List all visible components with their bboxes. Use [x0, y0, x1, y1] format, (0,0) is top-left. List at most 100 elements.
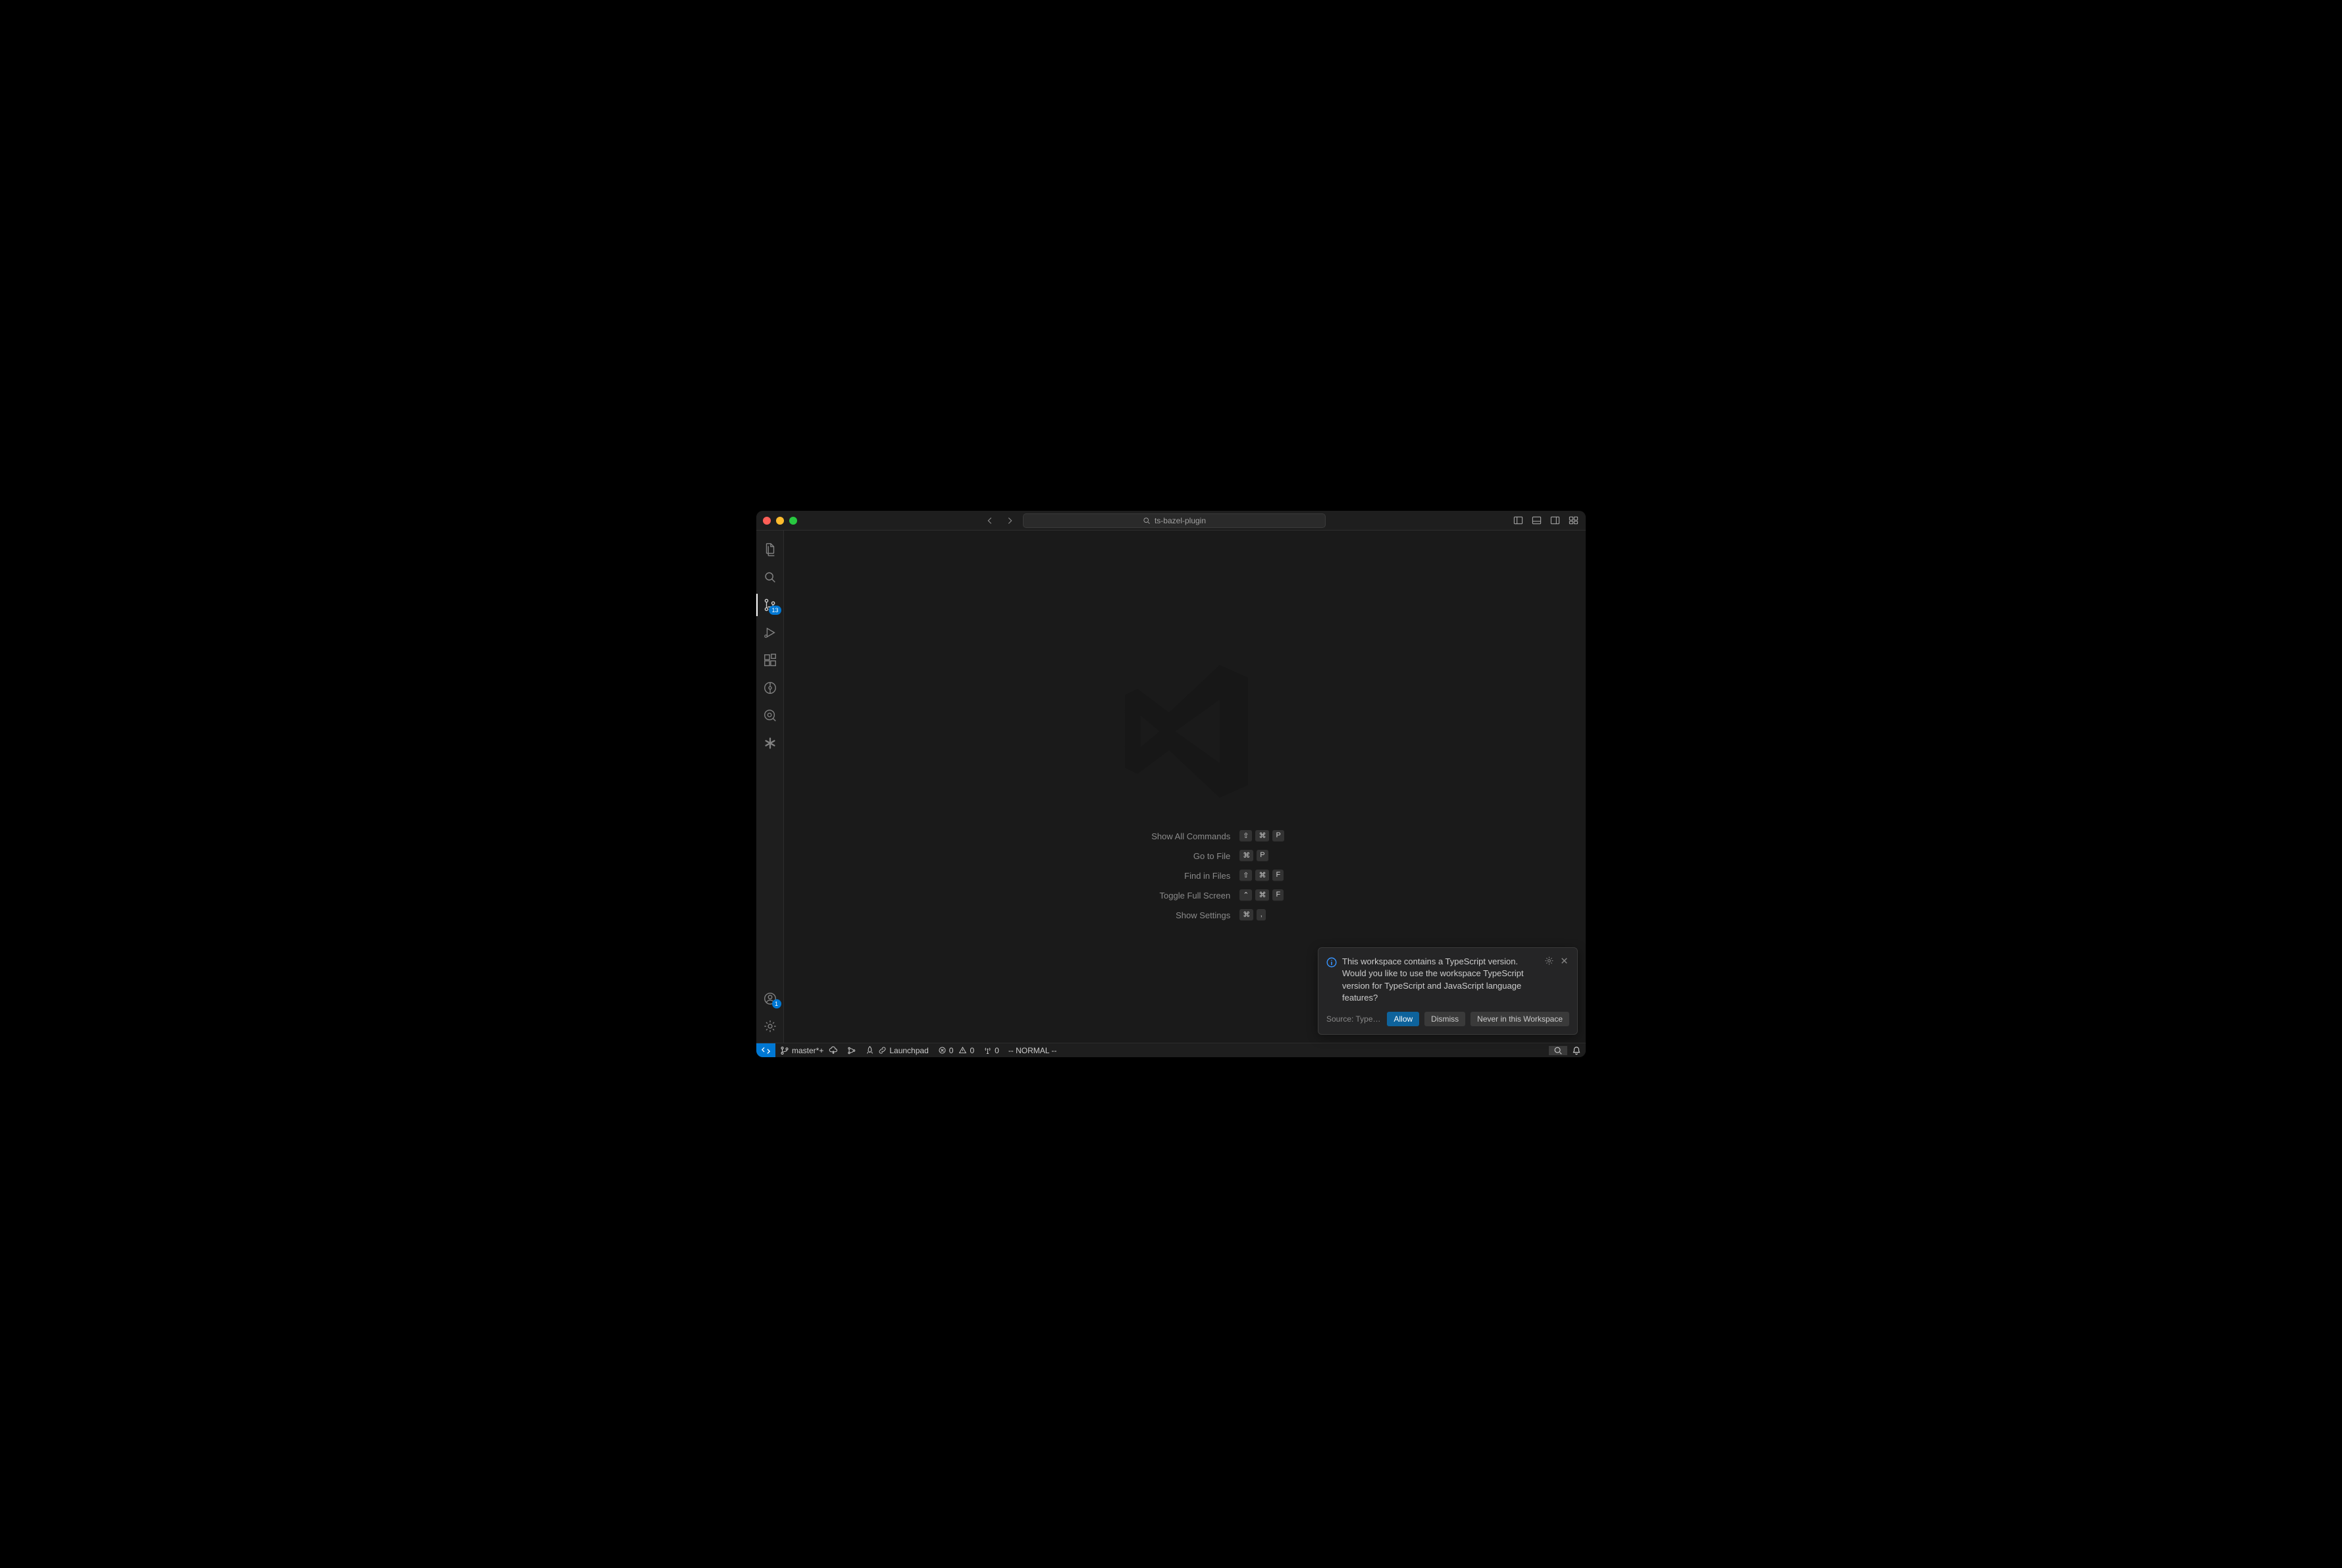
- vscode-window: ts-bazel-plugin: [756, 511, 1586, 1057]
- status-remote-button[interactable]: [756, 1043, 775, 1057]
- status-launchpad[interactable]: Launchpad: [861, 1043, 933, 1057]
- key: ⌃: [1239, 889, 1252, 901]
- branch-name: master*+: [792, 1046, 823, 1055]
- gitlens-inspect-icon: [763, 708, 777, 723]
- status-problems[interactable]: 0 0: [933, 1043, 979, 1057]
- titlebar: ts-bazel-plugin: [756, 511, 1586, 531]
- command-center-search[interactable]: ts-bazel-plugin: [1023, 513, 1326, 528]
- notification-footer: Source: TypeScript a… Allow Dismiss Neve…: [1326, 1012, 1569, 1026]
- git-branch-icon: [780, 1046, 789, 1055]
- activity-gitlens-inspect[interactable]: [756, 702, 784, 729]
- titlebar-center: ts-bazel-plugin: [802, 513, 1507, 528]
- shortcut-keys: ⌘ P: [1239, 850, 1268, 862]
- notification-never-button[interactable]: Never in this Workspace: [1470, 1012, 1569, 1026]
- notification-allow-button[interactable]: Allow: [1387, 1012, 1419, 1026]
- key: ⇧: [1239, 870, 1252, 881]
- layout-sidebar-right-icon: [1550, 515, 1560, 525]
- shortcut-label: Toggle Full Screen: [1085, 891, 1230, 901]
- activity-extensions[interactable]: [756, 646, 784, 674]
- shortcut-keys: ⌃ ⌘ F: [1239, 889, 1284, 901]
- files-icon: [763, 542, 777, 557]
- rocket-icon: [866, 1046, 874, 1055]
- activity-gitlens[interactable]: [756, 674, 784, 702]
- status-notifications-button[interactable]: [1567, 1046, 1586, 1055]
- extensions-icon: [763, 653, 777, 667]
- debug-icon: [763, 625, 777, 640]
- shortcut-find-in-files: Find in Files ⇧ ⌘ F: [1085, 870, 1284, 881]
- radio-tower-icon: [983, 1046, 992, 1055]
- status-branch[interactable]: master*+: [775, 1043, 843, 1057]
- shortcut-label: Show All Commands: [1085, 831, 1230, 841]
- activity-run-debug[interactable]: [756, 619, 784, 646]
- nav-forward-button[interactable]: [1003, 514, 1016, 527]
- toggle-panel-button[interactable]: [1530, 515, 1542, 527]
- ports-count: 0: [995, 1046, 999, 1055]
- activity-source-control[interactable]: 13: [756, 591, 784, 619]
- activity-explorer[interactable]: [756, 536, 784, 563]
- notification-source: Source: TypeScript a…: [1326, 1014, 1382, 1024]
- search-icon: [1143, 517, 1151, 525]
- vscode-watermark-logo: [1106, 652, 1264, 810]
- shortcut-show-all-commands: Show All Commands ⇧ ⌘ P: [1085, 830, 1284, 842]
- activity-bottom-group: 1: [756, 985, 784, 1040]
- notification-toast: This workspace contains a TypeScript ver…: [1318, 947, 1578, 1035]
- key: ⌘: [1255, 889, 1269, 901]
- nav-back-button[interactable]: [983, 514, 997, 527]
- activity-settings[interactable]: [756, 1012, 784, 1040]
- launchpad-label: Launchpad: [889, 1046, 928, 1055]
- cloud-sync-icon: [829, 1046, 838, 1055]
- activity-extra[interactable]: [756, 729, 784, 757]
- key: ,: [1257, 909, 1266, 921]
- accounts-badge: 1: [772, 999, 781, 1008]
- customize-layout-button[interactable]: [1567, 515, 1579, 527]
- notification-dismiss-button[interactable]: Dismiss: [1424, 1012, 1465, 1026]
- warnings-count: 0: [970, 1046, 974, 1055]
- status-bar: master*+ Launchpad 0 0 0 -- NORMAL --: [756, 1043, 1586, 1057]
- titlebar-layout-controls: [1512, 515, 1579, 527]
- shortcut-label: Find in Files: [1085, 871, 1230, 881]
- layout-grid-icon: [1569, 515, 1578, 525]
- search-text: ts-bazel-plugin: [1155, 516, 1206, 525]
- shortcut-label: Show Settings: [1085, 910, 1230, 920]
- toggle-secondary-sidebar-button[interactable]: [1549, 515, 1561, 527]
- shortcut-go-to-file: Go to File ⌘ P: [1085, 850, 1284, 862]
- notification-message: This workspace contains a TypeScript ver…: [1342, 956, 1539, 1004]
- gear-icon: [1544, 956, 1554, 966]
- search-icon: [763, 570, 777, 585]
- scm-badge: 13: [769, 606, 781, 615]
- link-icon: [878, 1046, 887, 1055]
- status-ports[interactable]: 0: [979, 1043, 1004, 1057]
- vscode-logo-icon: [1106, 652, 1264, 810]
- window-minimize-button[interactable]: [776, 517, 784, 525]
- notification-header: This workspace contains a TypeScript ver…: [1326, 956, 1569, 1004]
- warning-icon: [958, 1046, 967, 1055]
- gear-icon: [763, 1019, 777, 1033]
- shortcut-keys: ⌘ ,: [1239, 909, 1266, 921]
- notification-close-button[interactable]: [1559, 956, 1569, 966]
- notification-gear-button[interactable]: [1544, 956, 1554, 966]
- toggle-primary-sidebar-button[interactable]: [1512, 515, 1524, 527]
- layout-sidebar-left-icon: [1513, 515, 1523, 525]
- gitlens-icon: [763, 681, 777, 695]
- shortcut-keys: ⇧ ⌘ P: [1239, 830, 1284, 842]
- activity-search[interactable]: [756, 563, 784, 591]
- activity-accounts[interactable]: 1: [756, 985, 784, 1012]
- error-icon: [938, 1046, 947, 1055]
- asterisk-icon: [763, 736, 777, 750]
- status-vim-mode[interactable]: -- NORMAL --: [1004, 1043, 1062, 1057]
- key: F: [1272, 889, 1284, 901]
- close-icon: [1559, 956, 1569, 966]
- remote-icon: [762, 1046, 770, 1055]
- notification-header-actions: [1544, 956, 1569, 966]
- window-controls: [763, 517, 797, 525]
- window-maximize-button[interactable]: [789, 517, 797, 525]
- shortcut-keys: ⇧ ⌘ F: [1239, 870, 1284, 881]
- status-gitlens-graph[interactable]: [843, 1043, 861, 1057]
- graph-icon: [847, 1046, 856, 1055]
- key: P: [1257, 850, 1268, 862]
- key: ⌘: [1255, 870, 1269, 881]
- layout-panel-icon: [1532, 515, 1542, 525]
- megaphone-icon: [1553, 1046, 1563, 1055]
- window-close-button[interactable]: [763, 517, 771, 525]
- status-feedback-button[interactable]: [1549, 1046, 1567, 1055]
